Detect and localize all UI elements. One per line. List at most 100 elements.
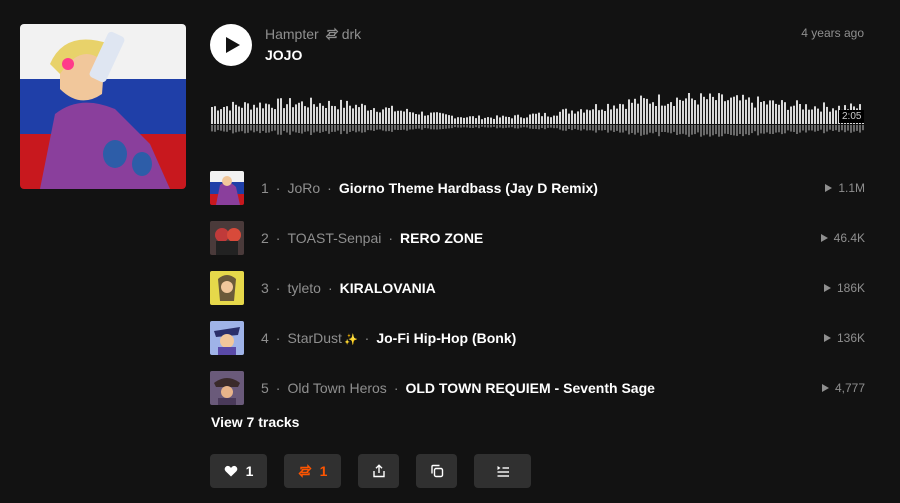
waveform-reflection-bar xyxy=(235,125,237,133)
copy-link-button[interactable] xyxy=(416,454,457,488)
waveform-bar xyxy=(550,117,552,124)
waveform-reflection-bar xyxy=(787,125,789,131)
waveform-bar xyxy=(676,97,678,124)
separator: · xyxy=(364,330,370,346)
track-row[interactable]: 3 · tyleto · KIRALOVANIA 186K xyxy=(210,263,865,313)
track-artist[interactable]: JoRo xyxy=(287,180,320,196)
waveform-reflection-bar xyxy=(301,125,303,134)
waveform-reflection-bar xyxy=(781,125,783,135)
waveform-bar xyxy=(718,93,720,124)
waveform-reflection-bar xyxy=(616,125,618,131)
waveform-bar xyxy=(658,94,660,124)
waveform-bar xyxy=(679,99,681,124)
track-thumbnail xyxy=(210,271,244,305)
separator: · xyxy=(275,180,281,196)
reposter-link[interactable]: drk xyxy=(325,26,361,42)
waveform-reflection-bar xyxy=(322,125,324,132)
waveform-bar xyxy=(637,103,639,124)
repost-button[interactable]: 1 xyxy=(284,454,341,488)
track-row[interactable]: 4 · StarDust ✨ · Jo-Fi Hip-Hop (Bonk) 136… xyxy=(210,313,865,363)
track-plays: 46.4K xyxy=(820,231,865,245)
waveform-bar xyxy=(331,105,333,124)
waveform-bar xyxy=(625,108,627,124)
waveform-bar xyxy=(535,113,537,124)
track-title[interactable]: RERO ZONE xyxy=(400,230,483,246)
waveform-reflection-bar xyxy=(307,125,309,132)
waveform-bar xyxy=(472,116,474,124)
waveform-reflection-bar xyxy=(835,125,837,131)
waveform-reflection-bar xyxy=(364,125,366,133)
track-artist[interactable]: Old Town Heros xyxy=(287,380,386,396)
waveform[interactable] xyxy=(211,80,865,140)
waveform-bar xyxy=(436,112,438,124)
waveform-reflection-bar xyxy=(559,125,561,130)
separator: · xyxy=(275,380,281,396)
waveform-reflection-bar xyxy=(412,125,414,130)
track-number: 5 xyxy=(261,380,269,396)
playlist-title[interactable]: JOJO xyxy=(265,47,302,63)
track-row[interactable]: 5 · Old Town Heros · OLD TOWN REQUIEM - … xyxy=(210,363,865,413)
waveform-reflection-bar xyxy=(553,125,555,129)
track-artist[interactable]: TOAST-Senpai xyxy=(287,230,381,246)
track-title[interactable]: Jo-Fi Hip-Hop (Bonk) xyxy=(376,330,516,346)
playlist-artwork[interactable] xyxy=(20,24,186,189)
waveform-bar xyxy=(433,112,435,124)
view-all-tracks-link[interactable]: View 7 tracks xyxy=(211,414,299,430)
track-artist[interactable]: tyleto xyxy=(287,280,320,296)
track-thumbnail xyxy=(210,221,244,255)
waveform-reflection-bar xyxy=(490,125,492,128)
waveform-bar xyxy=(400,110,402,124)
waveform-reflection-bar xyxy=(304,125,306,132)
waveform-bar xyxy=(514,115,516,124)
waveform-reflection-bar xyxy=(226,125,228,132)
waveform-reflection-bar xyxy=(298,125,300,133)
like-button[interactable]: 1 xyxy=(210,454,267,488)
track-title[interactable]: Giorno Theme Hardbass (Jay D Remix) xyxy=(339,180,598,196)
waveform-reflection-bar xyxy=(232,125,234,134)
play-button[interactable] xyxy=(210,24,252,66)
waveform-reflection-bar xyxy=(355,125,357,133)
add-to-queue-button[interactable] xyxy=(474,454,531,488)
waveform-bar xyxy=(529,114,531,124)
waveform-bar xyxy=(244,102,246,124)
play-count-icon xyxy=(825,184,833,192)
waveform-bar xyxy=(571,110,573,124)
track-title[interactable]: KIRALOVANIA xyxy=(340,280,436,296)
waveform-bar xyxy=(652,102,654,124)
waveform-reflection-bar xyxy=(799,125,801,133)
waveform-bar xyxy=(820,111,822,124)
waveform-reflection-bar xyxy=(841,125,843,131)
waveform-reflection-bar xyxy=(463,125,465,128)
waveform-reflection-bar xyxy=(538,125,540,130)
waveform-reflection-bar xyxy=(274,125,276,131)
owner-line: Hampter drk xyxy=(265,26,361,42)
track-title[interactable]: OLD TOWN REQUIEM - Seventh Sage xyxy=(405,380,654,396)
track-row[interactable]: 1 · JoRo · Giorno Theme Hardbass (Jay D … xyxy=(210,163,865,213)
waveform-bar xyxy=(361,103,363,124)
waveform-bar xyxy=(553,115,555,124)
track-artist[interactable]: StarDust ✨ xyxy=(287,330,357,346)
share-button[interactable] xyxy=(358,454,399,488)
waveform-bar xyxy=(460,117,462,124)
play-count-icon xyxy=(823,334,831,342)
waveform-reflection-bar xyxy=(385,125,387,132)
waveform-reflection-bar xyxy=(850,125,852,133)
waveform-bar xyxy=(778,104,780,124)
waveform-bar xyxy=(832,108,834,124)
waveform-bar xyxy=(727,100,729,124)
waveform-bar xyxy=(742,94,744,124)
play-count: 4,777 xyxy=(834,381,865,395)
waveform-bar xyxy=(721,94,723,124)
time-ago: 4 years ago xyxy=(801,26,864,40)
track-row[interactable]: 2 · TOAST-Senpai · RERO ZONE 46.4K xyxy=(210,213,865,263)
waveform-reflection-bar xyxy=(832,125,834,131)
waveform-reflection-bar xyxy=(433,125,435,130)
waveform-reflection-bar xyxy=(403,125,405,130)
owner-link[interactable]: Hampter xyxy=(265,26,319,42)
waveform-bar xyxy=(610,109,612,124)
waveform-bar xyxy=(469,116,471,124)
play-icon xyxy=(225,37,240,53)
waveform-reflection-bar xyxy=(388,125,390,132)
waveform-bar xyxy=(691,98,693,124)
waveform-reflection-bar xyxy=(370,125,372,131)
